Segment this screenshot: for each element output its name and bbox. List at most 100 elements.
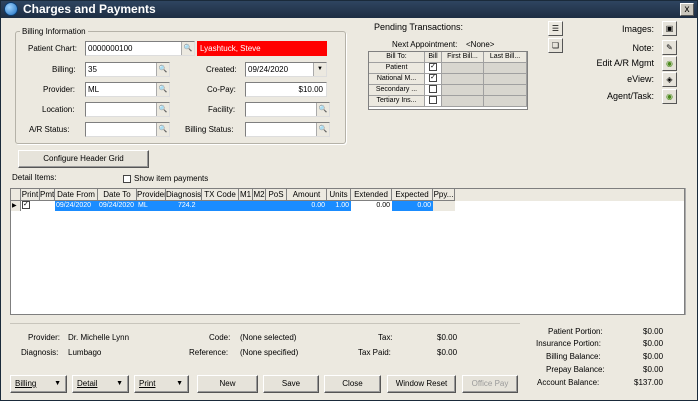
- row-pos[interactable]: [266, 201, 287, 211]
- row-expected[interactable]: 0.00: [392, 201, 433, 211]
- ar-status-field[interactable]: 🔍: [85, 122, 170, 137]
- detail-items-grid[interactable]: Print Pmt Date From Date To Provider Dia…: [10, 188, 685, 315]
- search-icon[interactable]: 🔍: [156, 123, 169, 136]
- search-icon[interactable]: 🔍: [181, 42, 194, 55]
- row-units[interactable]: 1.00: [327, 201, 351, 211]
- location-field[interactable]: 🔍: [85, 102, 170, 117]
- row-ppy[interactable]: [433, 201, 455, 211]
- grid-header-pos[interactable]: PoS: [266, 189, 287, 201]
- grid-header-date-to[interactable]: Date To: [98, 189, 137, 201]
- provider-field[interactable]: ML 🔍: [85, 82, 170, 97]
- agent-task-icon-button[interactable]: ◉: [662, 89, 677, 104]
- row-extended[interactable]: 0.00: [351, 201, 392, 211]
- grid-header-expected[interactable]: Expected: [392, 189, 433, 201]
- window-close-button[interactable]: x: [680, 3, 694, 16]
- billing-status-field[interactable]: 🔍: [245, 122, 330, 137]
- search-icon[interactable]: 🔍: [316, 123, 329, 136]
- summary-provider-label: Provider:: [28, 333, 61, 342]
- prepay-balance-value: $0.00: [643, 365, 664, 374]
- configure-header-grid-button[interactable]: Configure Header Grid: [18, 150, 149, 168]
- row-pmt-cell[interactable]: [40, 201, 55, 211]
- row-amount[interactable]: 0.00: [287, 201, 327, 211]
- grid-header-diagnosis[interactable]: Diagnosis: [166, 189, 202, 201]
- row-m1[interactable]: [239, 201, 253, 211]
- billing-menu-label: Billing: [15, 379, 37, 388]
- grid-header-units[interactable]: Units: [327, 189, 351, 201]
- note-label: Note:: [632, 43, 654, 53]
- title-bar[interactable]: Charges and Payments x: [1, 1, 697, 18]
- grid-header-ppy[interactable]: Ppy...: [433, 189, 455, 201]
- insurance-portion-label: Insurance Portion:: [536, 339, 601, 348]
- grid-header-rowsel: [11, 189, 21, 201]
- created-date-field[interactable]: 09/24/2020 ▼: [245, 62, 327, 77]
- pending-row[interactable]: Patient ✓: [369, 63, 527, 74]
- bill-checkbox[interactable]: [429, 85, 437, 94]
- bill-checkbox[interactable]: [429, 96, 437, 105]
- new-button[interactable]: New: [197, 375, 258, 393]
- grid-scrollbar[interactable]: [685, 188, 696, 315]
- window-reset-button[interactable]: Window Reset: [387, 375, 456, 393]
- insurance-portion-value: $0.00: [643, 339, 664, 348]
- close-button[interactable]: Close: [324, 375, 381, 393]
- print-menu-button[interactable]: Print ▼: [134, 375, 189, 393]
- grid-header-m1[interactable]: M1: [239, 189, 253, 201]
- row-pointer-icon: ▶: [11, 201, 21, 211]
- billing-field[interactable]: 35 🔍: [85, 62, 170, 77]
- search-icon[interactable]: 🔍: [156, 103, 169, 116]
- pending-row-first: [442, 96, 484, 107]
- pending-title: Pending Transactions:: [374, 22, 464, 32]
- eview-label: eView:: [627, 74, 654, 84]
- row-provider[interactable]: ML: [137, 201, 166, 211]
- dropdown-arrow-icon[interactable]: ▼: [313, 63, 326, 76]
- copy-icon-button[interactable]: ❏: [548, 38, 563, 53]
- next-appt-label: Next Appointment:: [392, 40, 458, 49]
- print-checkbox[interactable]: ✓: [22, 201, 30, 210]
- row-diagnosis[interactable]: 724.2: [166, 201, 202, 211]
- search-icon[interactable]: 🔍: [156, 83, 169, 96]
- office-pay-button[interactable]: Office Pay: [462, 375, 518, 393]
- grid-header-m2[interactable]: M2: [253, 189, 266, 201]
- pending-row[interactable]: Secondary ...: [369, 85, 527, 96]
- show-item-payments-checkbox[interactable]: [123, 175, 131, 183]
- patient-chart-field[interactable]: 0000000100 🔍: [85, 41, 195, 56]
- provider-value: ML: [88, 85, 100, 94]
- provider-label: Provider:: [43, 85, 76, 94]
- print-menu-label: Print: [139, 379, 156, 388]
- grid-header-tx-code[interactable]: TX Code: [202, 189, 239, 201]
- row-tx-code[interactable]: [202, 201, 239, 211]
- grid-row[interactable]: ▶ ✓ 09/24/2020 09/24/2020 ML 724.2 0.00 …: [11, 201, 455, 211]
- bill-checkbox[interactable]: ✓: [429, 74, 437, 83]
- grid-header-amount[interactable]: Amount: [287, 189, 327, 201]
- detail-menu-button[interactable]: Detail ▼: [72, 375, 129, 393]
- grid-header-pmt[interactable]: Pmt: [40, 189, 55, 201]
- copay-field[interactable]: $10.00: [245, 82, 327, 97]
- row-date-from[interactable]: 09/24/2020: [55, 201, 98, 211]
- search-icon[interactable]: 🔍: [156, 63, 169, 76]
- search-icon[interactable]: 🔍: [316, 103, 329, 116]
- facility-field[interactable]: 🔍: [245, 102, 330, 117]
- billing-label: Billing:: [52, 65, 76, 74]
- grid-header-date-from[interactable]: Date From: [55, 189, 98, 201]
- save-button[interactable]: Save: [263, 375, 319, 393]
- pending-row-bill: ✓: [425, 63, 442, 74]
- row-date-to[interactable]: 09/24/2020: [98, 201, 137, 211]
- eview-icon-button[interactable]: ◈: [662, 72, 677, 87]
- list-icon-button[interactable]: ☰: [548, 21, 563, 36]
- grid-header-print[interactable]: Print: [21, 189, 40, 201]
- pending-row-name: Tertiary Ins...: [369, 96, 425, 107]
- row-print-cell[interactable]: ✓: [21, 201, 40, 211]
- billing-menu-button[interactable]: Billing ▼: [10, 375, 67, 393]
- billing-info-title: Billing Information: [20, 27, 88, 37]
- images-icon-button[interactable]: ▣: [662, 21, 677, 36]
- edit-ar-label: Edit A/R Mgmt: [596, 58, 654, 68]
- note-icon-button[interactable]: ✎: [662, 40, 677, 55]
- summary-code-label: Code:: [209, 333, 231, 342]
- bill-checkbox[interactable]: ✓: [429, 63, 437, 72]
- edit-ar-icon-button[interactable]: ◉: [662, 56, 677, 71]
- grid-header-provider[interactable]: Provider: [137, 189, 166, 201]
- pending-row-name: National M...: [369, 74, 425, 85]
- pending-row[interactable]: National M... ✓: [369, 74, 527, 85]
- grid-header-extended[interactable]: Extended: [351, 189, 392, 201]
- row-m2[interactable]: [253, 201, 266, 211]
- pending-row[interactable]: Tertiary Ins...: [369, 96, 527, 107]
